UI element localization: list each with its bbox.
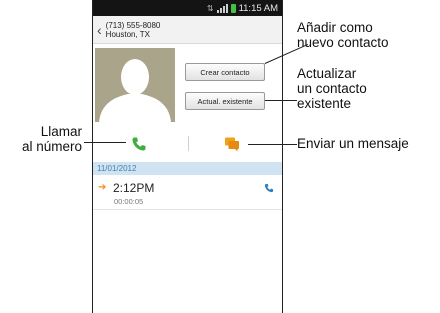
annotation-send-message-line xyxy=(248,144,297,146)
annotation-add-new-line1: Añadir como xyxy=(297,20,373,35)
call-log-date: 11/01/2012 xyxy=(93,162,282,175)
action-divider xyxy=(188,136,189,151)
annotation-send-message: Enviar un mensaje xyxy=(297,136,409,151)
annotation-update-line2: un contacto xyxy=(297,81,367,96)
annotation-add-new: Añadir como nuevo contacto xyxy=(297,20,389,50)
signal-icon xyxy=(216,3,228,13)
person-silhouette-icon xyxy=(95,48,175,122)
annotation-update: Actualizar un contacto existente xyxy=(297,66,367,111)
annotation-update-line1: Actualizar xyxy=(297,66,357,81)
contact-number: (713) 555-8080 xyxy=(105,20,161,30)
call-log-entry[interactable]: ➔ 2:12PM 00:00:05 xyxy=(93,178,282,210)
annotation-call: Llamar al número xyxy=(22,124,82,154)
contact-location: Houston, TX xyxy=(105,29,150,39)
call-type-phone-icon xyxy=(264,183,274,193)
update-existing-button[interactable]: Actual. existente xyxy=(185,92,265,110)
annotation-update-line3: existente xyxy=(297,96,352,111)
back-icon[interactable]: ‹ xyxy=(97,23,102,37)
annotation-call-line xyxy=(84,142,126,144)
annotation-call-line1: Llamar xyxy=(40,124,82,139)
outgoing-call-arrow-icon: ➔ xyxy=(98,182,107,193)
contact-header[interactable]: ‹ (713) 555-8080 Houston, TX xyxy=(93,16,282,44)
annotation-add-new-line2: nuevo contacto xyxy=(297,35,389,50)
annotation-call-line2: al número xyxy=(21,139,82,154)
phone-screen: ⇅ 11:15 AM ‹ (713) 555-8080 Houston, TX … xyxy=(92,0,283,313)
sync-icon: ⇅ xyxy=(206,3,214,13)
battery-icon xyxy=(230,3,236,13)
call-duration: 00:00:05 xyxy=(114,197,144,206)
message-icon[interactable] xyxy=(224,136,240,152)
contact-header-text: (713) 555-8080 Houston, TX xyxy=(106,21,161,39)
status-time: 11:15 AM xyxy=(238,2,278,14)
contact-photo[interactable] xyxy=(95,48,175,122)
status-bar: ⇅ 11:15 AM xyxy=(93,0,282,16)
annotation-update-line xyxy=(265,100,297,102)
call-time: 2:12PM xyxy=(113,181,155,195)
create-contact-button[interactable]: Crear contacto xyxy=(185,63,265,81)
call-phone-icon[interactable] xyxy=(131,136,147,152)
